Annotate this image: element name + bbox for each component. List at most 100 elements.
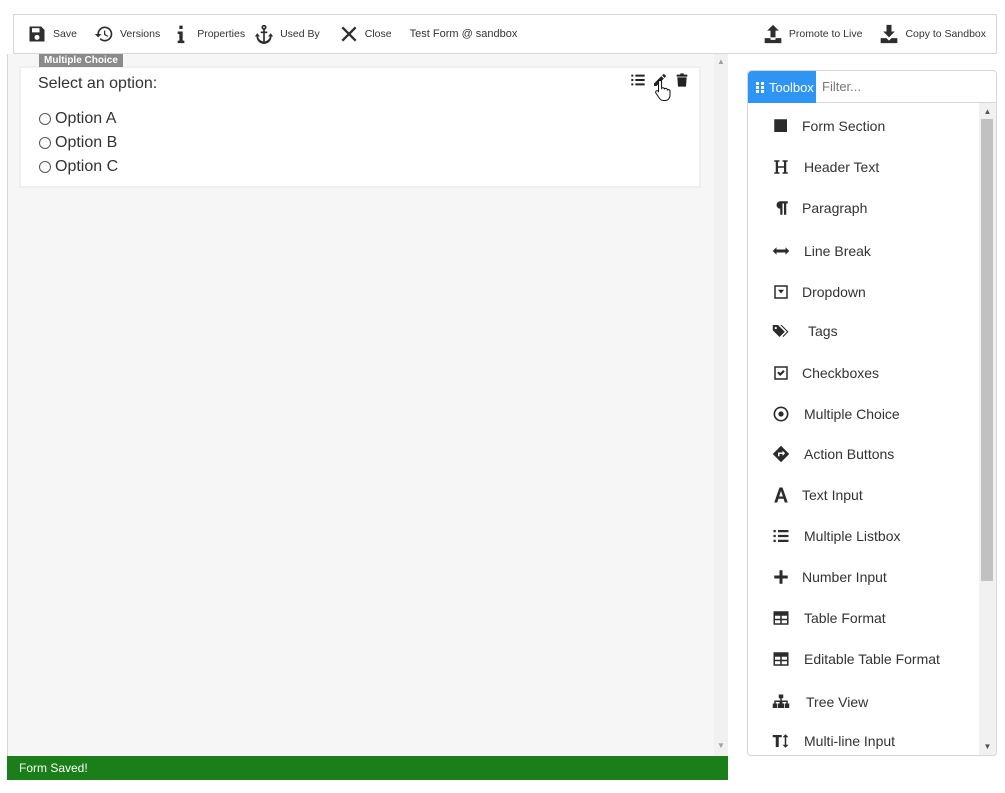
radio-button[interactable] [39,113,51,125]
toolbox-item-label: Editable Table Format [804,651,940,667]
download-icon [878,23,900,45]
option-label: Option C [55,158,119,175]
used-by-label: Used By [280,28,320,40]
toolbox-item-tags[interactable]: Tags [748,316,980,346]
option-label: Option A [55,110,117,127]
toolbox-item-multiple-choice[interactable]: Multiple Choice [748,399,980,429]
control-type-tag: Multiple Choice [39,54,123,67]
toolbox-tab[interactable]: Toolbox [748,71,816,103]
used-by-button[interactable]: Used By [249,15,324,53]
close-icon [338,23,360,45]
save-button[interactable]: Save [22,15,81,53]
scroll-up-icon[interactable]: ▲ [983,107,992,116]
close-label: Close [364,28,392,40]
promote-label: Promote to Live [788,28,863,40]
history-icon [93,23,115,45]
toolbox-item-label: Multiple Listbox [804,528,901,544]
tags-icon [770,320,792,342]
toolbox-item-label: Table Format [804,610,886,626]
canvas-scrollbar[interactable]: ▲ ▼ [714,54,728,756]
options-list-button[interactable] [627,70,649,90]
toolbox-item-action-buttons[interactable]: Action Buttons [748,439,980,469]
copy-to-sandbox-button[interactable]: Copy to Sandbox [874,15,990,53]
toolbox-item-number-input[interactable]: Number Input [748,562,980,592]
dot-circle-icon [770,403,792,425]
toolbox-item-line-break[interactable]: Line Break [748,236,980,266]
multiple-choice-control[interactable]: Select an option: Option A Option B Opti… [19,66,701,188]
toolbox-item-tree-view[interactable]: Tree View [748,687,980,717]
radio-option[interactable]: Option C [38,155,118,179]
arrows-h-icon [770,240,792,262]
caret-square-down-icon [770,281,792,303]
toolbox-item-label: Paragraph [802,200,868,216]
toolbox-scrollbar[interactable]: ▲ ▼ [979,103,996,755]
toolbox-item-multiple-listbox[interactable]: Multiple Listbox [748,521,980,551]
properties-button[interactable]: Properties [166,15,249,53]
toolbox-header: Toolbox [748,71,996,103]
delete-button[interactable] [671,70,693,90]
toolbox-item-multi-line-input[interactable]: Multi-line Input [748,726,980,755]
upload-icon [762,23,784,45]
toolbox-list: Form Section Header Text Paragraph Line … [748,103,980,755]
scrollbar-thumb[interactable] [981,119,993,581]
scroll-down-icon[interactable]: ▼ [717,742,725,750]
option-label: Option B [55,134,118,151]
toolbox-item-label: Checkboxes [802,365,880,381]
paragraph-icon [770,197,792,219]
radio-button[interactable] [39,161,51,173]
toolbox-item-text-input[interactable]: Text Input [748,480,980,510]
info-icon [170,23,192,45]
scroll-up-icon[interactable]: ▲ [717,58,725,66]
options-list: Option A Option B Option C [38,107,118,179]
toolbox-item-form-section[interactable]: Form Section [748,111,980,141]
anchor-icon [253,23,275,45]
toolbox-item-checkboxes[interactable]: Checkboxes [748,358,980,388]
plus-icon [770,566,792,588]
sitemap-icon [770,691,792,713]
directions-icon [770,443,792,465]
toolbox-item-label: Tags [808,323,838,339]
form-canvas[interactable]: Select an option: Option A Option B Opti… [7,54,728,756]
font-icon [770,484,792,506]
toolbox-tab-label: Toolbox [769,79,814,95]
toolbox-filter-input[interactable] [816,71,996,103]
form-title: Test Form @ sandbox [409,28,518,40]
status-bar: Form Saved! [7,756,728,780]
heading-icon [770,156,792,178]
toolbox-item-header-text[interactable]: Header Text [748,152,980,182]
radio-button[interactable] [39,137,51,149]
toolbox-item-label: Dropdown [802,284,866,300]
scroll-down-icon[interactable]: ▼ [983,742,992,751]
toolbox-item-label: Number Input [802,569,887,585]
versions-button[interactable]: Versions [89,15,164,53]
toolbox-item-editable-table-format[interactable]: Editable Table Format [748,644,980,674]
radio-option[interactable]: Option A [38,107,118,131]
top-toolbar: Save Versions Properties Used By Close T… [13,14,997,54]
toolbox-item-label: Form Section [802,118,886,134]
toolbox-item-dropdown[interactable]: Dropdown [748,277,980,307]
toolbox-item-label: Text Input [802,487,863,503]
close-button[interactable]: Close [334,15,396,53]
promote-to-live-button[interactable]: Promote to Live [758,15,867,53]
toolbox-item-paragraph[interactable]: Paragraph [748,193,980,223]
properties-label: Properties [197,28,246,40]
toolbox-item-label: Line Break [804,243,871,259]
square-icon [770,115,792,137]
save-label: Save [53,28,77,40]
toolbox-panel: Toolbox Form Section Header Text Paragra… [747,70,997,756]
save-icon [26,23,48,45]
table-icon [770,607,792,629]
hand-cursor-icon [655,79,671,101]
toolbox-item-label: Multi-line Input [804,733,896,749]
radio-option[interactable]: Option B [38,131,118,155]
question-label: Select an option: [38,75,158,92]
copy-label: Copy to Sandbox [905,28,986,40]
versions-label: Versions [119,28,161,40]
toolbox-item-label: Action Buttons [804,446,895,462]
toolbox-item-label: Tree View [806,694,869,710]
toolbox-item-table-format[interactable]: Table Format [748,603,980,633]
list-icon [770,525,792,547]
text-height-icon [770,730,792,752]
trash-icon [676,73,688,87]
check-square-icon [770,362,792,384]
